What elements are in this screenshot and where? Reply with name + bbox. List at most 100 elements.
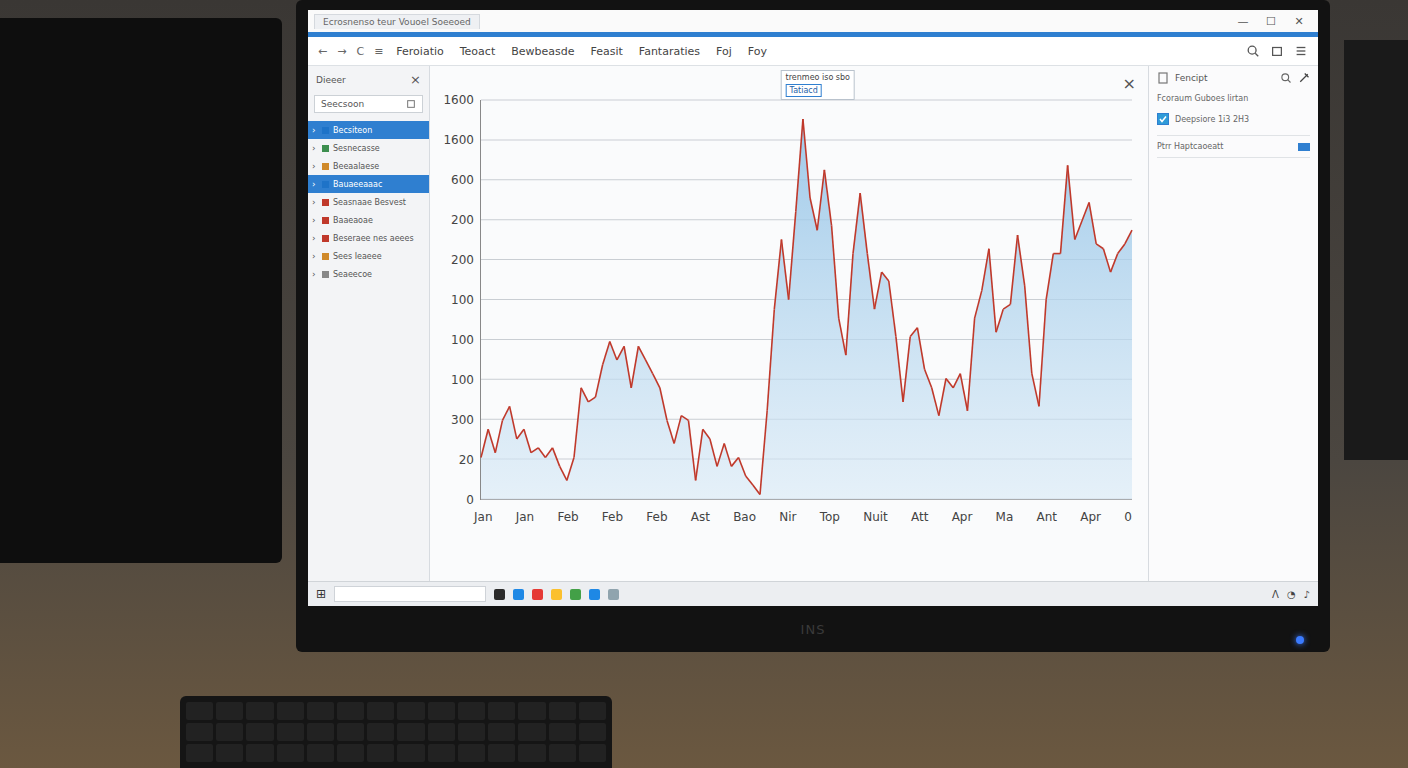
keyboard-key[interactable]: [367, 744, 394, 762]
expander-icon[interactable]: ›: [312, 143, 318, 153]
keyboard-key[interactable]: [246, 723, 273, 741]
window-control-button[interactable]: —: [1230, 15, 1256, 28]
keyboard-key[interactable]: [549, 723, 576, 741]
menu-item[interactable]: Feroiatio: [393, 43, 446, 60]
menu-icon[interactable]: [1294, 44, 1308, 58]
keyboard[interactable]: [180, 696, 612, 768]
keyboard-key[interactable]: [367, 702, 394, 720]
taskbar-app-icon[interactable]: [551, 589, 562, 600]
nav-button[interactable]: →: [337, 45, 346, 58]
tooltip-field[interactable]: Tatiacd: [786, 84, 822, 97]
taskbar-search[interactable]: [334, 586, 486, 602]
toggle-row[interactable]: Ptrr Haptcaoeatt: [1157, 135, 1310, 158]
sidebar-close-button[interactable]: ×: [410, 72, 421, 87]
sidebar-item[interactable]: ›Becsiteon: [308, 121, 429, 139]
keyboard-key[interactable]: [458, 702, 485, 720]
window-tab[interactable]: Ecrosnenso teur Vouoel Soeeoed: [314, 14, 480, 29]
tray-icon[interactable]: ◔: [1287, 589, 1296, 600]
keyboard-key[interactable]: [186, 702, 213, 720]
keyboard-key[interactable]: [518, 702, 545, 720]
menu-item[interactable]: Bewbeasde: [508, 43, 577, 60]
keyboard-key[interactable]: [488, 723, 515, 741]
menu-item[interactable]: Feasit: [588, 43, 626, 60]
keyboard-key[interactable]: [246, 744, 273, 762]
keyboard-key[interactable]: [186, 723, 213, 741]
taskbar-app-icon[interactable]: [589, 589, 600, 600]
checkbox-row[interactable]: Deepsiore 1i3 2H3: [1157, 113, 1310, 125]
keyboard-key[interactable]: [397, 723, 424, 741]
keyboard-key[interactable]: [186, 744, 213, 762]
keyboard-key[interactable]: [277, 723, 304, 741]
keyboard-key[interactable]: [488, 702, 515, 720]
sidebar-item[interactable]: ›Sesnecasse: [308, 139, 429, 157]
keyboard-key[interactable]: [216, 702, 243, 720]
sidebar-item[interactable]: ›Bauaeeaaac: [308, 175, 429, 193]
keyboard-key[interactable]: [428, 702, 455, 720]
expander-icon[interactable]: ›: [312, 269, 318, 279]
keyboard-key[interactable]: [246, 702, 273, 720]
keyboard-key[interactable]: [397, 702, 424, 720]
sidebar-item[interactable]: ›Seaeecoe: [308, 265, 429, 283]
keyboard-key[interactable]: [428, 723, 455, 741]
start-button[interactable]: ⊞: [316, 587, 326, 601]
keyboard-key[interactable]: [518, 723, 545, 741]
taskbar-app-icon[interactable]: [570, 589, 581, 600]
keyboard-key[interactable]: [337, 702, 364, 720]
expander-icon[interactable]: ›: [312, 215, 318, 225]
keyboard-key[interactable]: [307, 723, 334, 741]
checkbox[interactable]: [1157, 113, 1169, 125]
menu-item[interactable]: Foy: [745, 43, 770, 60]
nav-button[interactable]: ≡: [374, 45, 383, 58]
keyboard-key[interactable]: [549, 702, 576, 720]
keyboard-key[interactable]: [367, 723, 394, 741]
taskbar-app-icon[interactable]: [513, 589, 524, 600]
keyboard-key[interactable]: [277, 702, 304, 720]
search-icon[interactable]: [1246, 44, 1260, 58]
keyboard-key[interactable]: [458, 723, 485, 741]
keyboard-key[interactable]: [307, 702, 334, 720]
keyboard-key[interactable]: [337, 744, 364, 762]
sidebar-search[interactable]: Seecsoon: [314, 95, 423, 113]
taskbar-app-icon[interactable]: [532, 589, 543, 600]
keyboard-key[interactable]: [518, 744, 545, 762]
expander-icon[interactable]: ›: [312, 125, 318, 135]
toggle[interactable]: [1298, 143, 1310, 151]
keyboard-key[interactable]: [216, 744, 243, 762]
sidebar-item[interactable]: ›Sees Ieaeee: [308, 247, 429, 265]
sidebar-item[interactable]: ›Seasnaae Besvest: [308, 193, 429, 211]
expander-icon[interactable]: ›: [312, 251, 318, 261]
keyboard-key[interactable]: [579, 723, 606, 741]
search-icon[interactable]: [1280, 72, 1292, 84]
keyboard-key[interactable]: [579, 702, 606, 720]
expander-icon[interactable]: ›: [312, 197, 318, 207]
keyboard-key[interactable]: [307, 744, 334, 762]
nav-button[interactable]: ←: [318, 45, 327, 58]
keyboard-key[interactable]: [397, 744, 424, 762]
keyboard-key[interactable]: [579, 744, 606, 762]
menu-item[interactable]: Foj: [713, 43, 735, 60]
pin-icon[interactable]: [1298, 72, 1310, 84]
window-control-button[interactable]: ✕: [1286, 15, 1312, 28]
menu-item[interactable]: Teoact: [457, 43, 498, 60]
tray-icon[interactable]: ♪: [1304, 589, 1310, 600]
keyboard-key[interactable]: [337, 723, 364, 741]
keyboard-key[interactable]: [549, 744, 576, 762]
keyboard-key[interactable]: [277, 744, 304, 762]
expander-icon[interactable]: ›: [312, 179, 318, 189]
tray-icon[interactable]: ᐱ: [1272, 589, 1279, 600]
keyboard-key[interactable]: [488, 744, 515, 762]
sidebar-item[interactable]: ›Baaeaoae: [308, 211, 429, 229]
keyboard-key[interactable]: [428, 744, 455, 762]
taskbar-app-icon[interactable]: [608, 589, 619, 600]
keyboard-key[interactable]: [216, 723, 243, 741]
keyboard-key[interactable]: [458, 744, 485, 762]
window-icon[interactable]: [1270, 44, 1284, 58]
expander-icon[interactable]: ›: [312, 161, 318, 171]
menu-item[interactable]: Fantaraties: [636, 43, 703, 60]
window-control-button[interactable]: ☐: [1258, 15, 1284, 28]
nav-button[interactable]: C: [356, 45, 364, 58]
chart-close-button[interactable]: ×: [1123, 74, 1136, 93]
sidebar-item[interactable]: ›Beseraee nes aeees: [308, 229, 429, 247]
power-led[interactable]: [1296, 636, 1304, 644]
sidebar-item[interactable]: ›Beeaalaese: [308, 157, 429, 175]
